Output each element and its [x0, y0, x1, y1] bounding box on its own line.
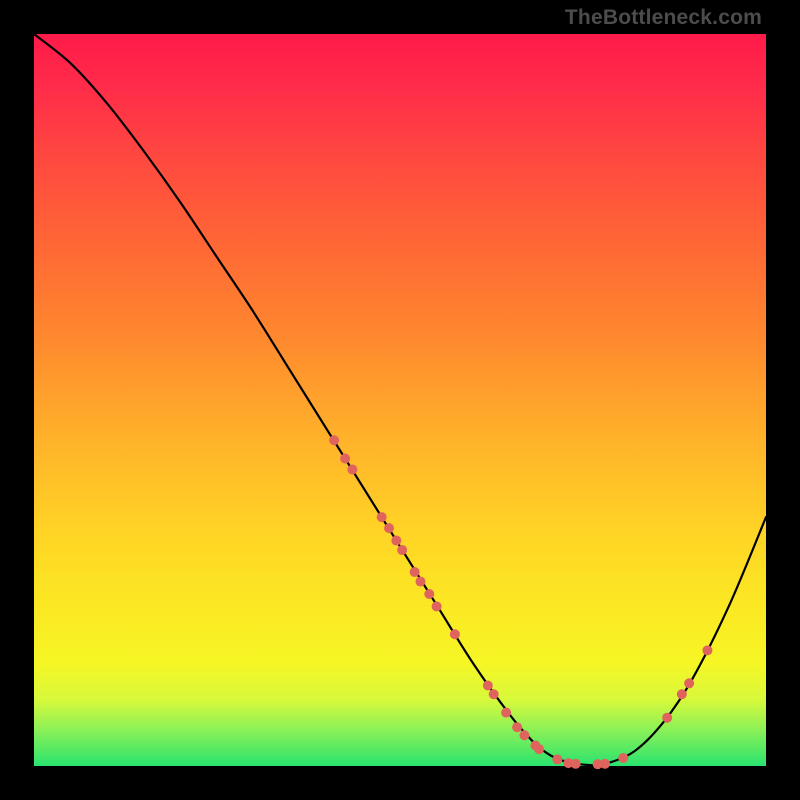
data-point: [424, 589, 434, 599]
data-point: [534, 744, 544, 754]
data-point: [384, 523, 394, 533]
data-point: [391, 536, 401, 546]
data-point: [600, 759, 610, 769]
data-point: [519, 730, 529, 740]
data-point: [512, 722, 522, 732]
data-point: [347, 465, 357, 475]
data-point: [415, 577, 425, 587]
data-point: [377, 512, 387, 522]
data-point: [410, 567, 420, 577]
data-point: [501, 708, 511, 718]
data-point: [677, 689, 687, 699]
bottleneck-curve-line: [34, 34, 766, 765]
data-point: [432, 601, 442, 611]
data-point: [329, 435, 339, 445]
data-point: [684, 678, 694, 688]
data-point: [618, 753, 628, 763]
data-point: [489, 689, 499, 699]
data-point: [340, 454, 350, 464]
data-point: [662, 713, 672, 723]
data-point: [702, 645, 712, 655]
chart-svg: [34, 34, 766, 766]
data-point: [552, 754, 562, 764]
data-point: [450, 629, 460, 639]
plot-frame: [34, 34, 766, 766]
data-point: [397, 545, 407, 555]
data-point: [571, 759, 581, 769]
data-point: [483, 680, 493, 690]
watermark-text: TheBottleneck.com: [565, 6, 762, 30]
highlighted-points-group: [329, 435, 712, 769]
